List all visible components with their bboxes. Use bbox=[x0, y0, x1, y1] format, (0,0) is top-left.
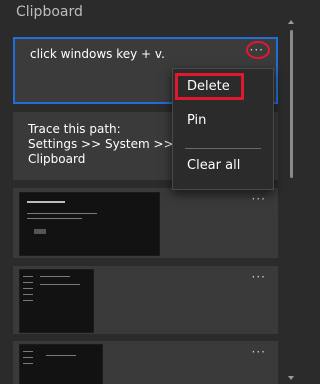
panel-title: Clipboard bbox=[16, 4, 83, 20]
clipboard-image-thumbnail bbox=[19, 269, 94, 333]
clipboard-panel: Clipboard click windows key + v. ··· Tra… bbox=[0, 0, 295, 384]
clipboard-item-4[interactable]: ··· bbox=[13, 266, 278, 334]
scroll-down-icon[interactable] bbox=[288, 376, 294, 380]
menu-item-pin[interactable]: Pin bbox=[187, 113, 206, 128]
annotation-circle bbox=[246, 41, 270, 59]
menu-item-delete[interactable]: Delete bbox=[187, 79, 230, 94]
more-options-icon[interactable]: ··· bbox=[252, 270, 266, 284]
scrollbar-thumb[interactable] bbox=[290, 30, 293, 178]
menu-separator bbox=[185, 148, 261, 149]
menu-item-clear-all[interactable]: Clear all bbox=[187, 158, 240, 173]
clipboard-item-1-text: click windows key + v. bbox=[30, 47, 165, 61]
more-options-icon[interactable]: ··· bbox=[252, 192, 266, 206]
more-options-icon[interactable]: ··· bbox=[252, 345, 266, 359]
clipboard-image-thumbnail bbox=[19, 344, 103, 384]
clipboard-image-thumbnail bbox=[19, 192, 160, 256]
context-menu: Delete Pin Clear all bbox=[172, 68, 274, 190]
scroll-up-icon[interactable] bbox=[288, 20, 294, 24]
clipboard-item-5[interactable]: ··· bbox=[13, 341, 278, 384]
clipboard-item-3[interactable]: ··· bbox=[13, 188, 278, 258]
